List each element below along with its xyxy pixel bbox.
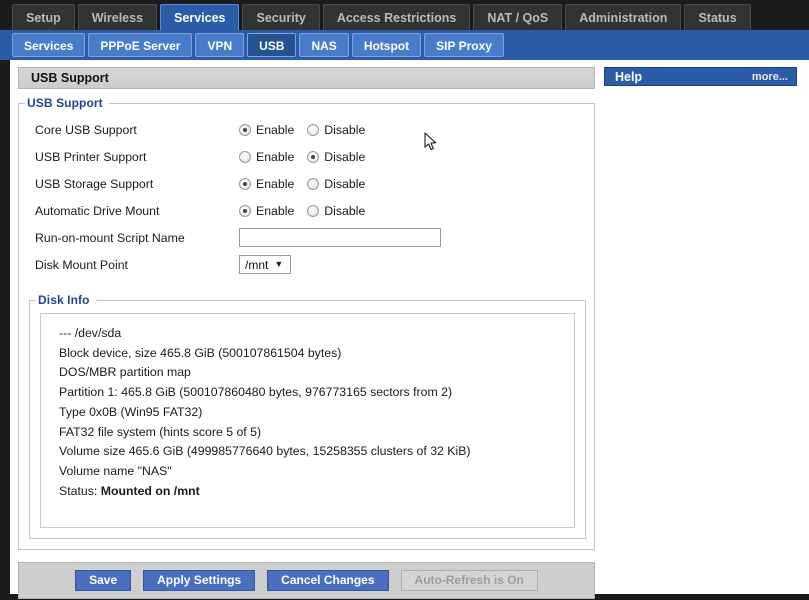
- disk-info-line: Volume name "NAS": [59, 463, 172, 478]
- subnav-tab-pppoe-server[interactable]: PPPoE Server: [88, 33, 193, 57]
- nav-tab-status[interactable]: Status: [684, 4, 751, 30]
- usb-storage-support-enable-radio[interactable]: Enable: [239, 177, 294, 191]
- auto-refresh-button[interactable]: Auto-Refresh is On: [400, 570, 538, 591]
- disk-info-box: --- /dev/sda Block device, size 465.8 GiB…: [40, 313, 575, 528]
- core-usb-support-disable-label: Disable: [324, 122, 366, 137]
- disk-info-line: Volume size 465.6 GiB (499985776640 byte…: [59, 444, 471, 459]
- disk-mount-point-value: /mnt: [245, 257, 269, 272]
- disk-info-line: FAT32 file system (hints score 5 of 5): [59, 424, 262, 439]
- subnav-tab-services[interactable]: Services: [12, 33, 86, 57]
- usb-printer-support-label: USB Printer Support: [35, 149, 147, 164]
- nav-tab-nat-qos[interactable]: NAT / QoS: [473, 4, 563, 30]
- nav-tab-administration[interactable]: Administration: [565, 4, 682, 30]
- subnav-tab-vpn[interactable]: VPN: [195, 33, 245, 57]
- primary-nav: Setup Wireless Services Security Access Rest…: [0, 0, 809, 30]
- row-disk-mount-point: Disk Mount Point /mnt ▼: [19, 251, 594, 278]
- radio-button-icon: [307, 123, 320, 136]
- main-content: USB Support USB Support Core USB Support…: [10, 60, 595, 599]
- help-title: Help: [615, 69, 643, 84]
- usb-storage-support-radio-group: Enable Disable: [239, 177, 378, 191]
- disk-info-line: Type 0x0B (Win95 FAT32): [59, 404, 203, 419]
- cancel-changes-button[interactable]: Cancel Changes: [267, 570, 389, 591]
- usb-support-legend: USB Support: [25, 96, 109, 110]
- nav-tab-setup[interactable]: Setup: [12, 4, 75, 30]
- nav-tab-wireless[interactable]: Wireless: [77, 4, 158, 30]
- disk-mount-point-label: Disk Mount Point: [35, 257, 128, 272]
- core-usb-support-radio-group: Enable Disable: [239, 123, 378, 137]
- radio-button-icon: [307, 150, 320, 163]
- usb-storage-support-disable-label: Disable: [324, 176, 366, 191]
- help-panel-header: Help more...: [604, 67, 797, 86]
- disk-info-status-value: Mounted on /mnt: [100, 483, 200, 498]
- disk-info-line-text: Status:: [59, 483, 101, 498]
- automatic-drive-mount-enable-radio[interactable]: Enable: [239, 204, 294, 218]
- chevron-down-icon: ▼: [274, 259, 284, 269]
- radio-button-icon: [307, 204, 320, 217]
- secondary-nav: Services PPPoE Server VPN USB NAS Hotspot SIP …: [0, 30, 809, 60]
- disk-info-line: Status: Mounted on /mnt: [59, 482, 560, 502]
- row-run-on-mount-script: Run-on-mount Script Name: [19, 224, 594, 251]
- usb-storage-support-enable-label: Enable: [256, 176, 295, 191]
- disk-info-line: Block device, size 465.8 GiB (5001078615…: [59, 345, 342, 360]
- automatic-drive-mount-radio-group: Enable Disable: [239, 204, 378, 218]
- core-usb-support-disable-radio[interactable]: Disable: [307, 123, 365, 137]
- usb-printer-support-radio-group: Enable Disable: [239, 150, 378, 164]
- form-action-bar: Save Apply Settings Cancel Changes Auto-…: [18, 562, 595, 599]
- usb-support-fieldset: USB Support Core USB Support Enable Disabl…: [18, 96, 595, 550]
- radio-button-icon: [239, 150, 251, 163]
- nav-tab-access-restrictions[interactable]: Access Restrictions: [322, 4, 471, 30]
- subnav-tab-sip-proxy[interactable]: SIP Proxy: [424, 33, 504, 57]
- subnav-tab-nas[interactable]: NAS: [299, 33, 349, 57]
- disk-info-legend: Disk Info: [36, 293, 96, 307]
- subnav-tab-hotspot[interactable]: Hotspot: [351, 33, 422, 57]
- radio-button-icon: [239, 123, 251, 136]
- radio-button-icon: [239, 177, 251, 190]
- usb-storage-support-disable-radio[interactable]: Disable: [307, 177, 365, 191]
- usb-printer-support-disable-label: Disable: [324, 149, 366, 164]
- automatic-drive-mount-label: Automatic Drive Mount: [35, 203, 160, 218]
- core-usb-support-label: Core USB Support: [35, 122, 137, 137]
- disk-info-line: DOS/MBR partition map: [59, 365, 191, 380]
- subnav-tab-usb[interactable]: USB: [247, 33, 297, 57]
- nav-tab-security[interactable]: Security: [242, 4, 320, 30]
- usb-printer-support-disable-radio[interactable]: Disable: [307, 150, 365, 164]
- core-usb-support-enable-radio[interactable]: Enable: [239, 123, 294, 137]
- usb-printer-support-enable-radio[interactable]: Enable: [239, 150, 294, 164]
- automatic-drive-mount-disable-radio[interactable]: Disable: [307, 204, 365, 218]
- usb-printer-support-enable-label: Enable: [256, 149, 295, 164]
- save-button[interactable]: Save: [75, 570, 132, 591]
- help-more-link[interactable]: more...: [752, 71, 788, 83]
- row-core-usb-support: Core USB Support Enable Disable: [19, 116, 594, 143]
- disk-info-line: Partition 1: 465.8 GiB (500107860480 byt…: [59, 385, 453, 400]
- row-usb-printer-support: USB Printer Support Enable Disable: [19, 143, 594, 170]
- row-automatic-drive-mount: Automatic Drive Mount Enable Disable: [19, 197, 594, 224]
- core-usb-support-enable-label: Enable: [256, 122, 295, 137]
- router-admin-page: Setup Wireless Services Security Access Rest…: [0, 0, 809, 600]
- apply-settings-button[interactable]: Apply Settings: [143, 570, 256, 591]
- page-title-text: USB Support: [31, 71, 109, 85]
- automatic-drive-mount-disable-label: Disable: [324, 203, 366, 218]
- disk-info-line: --- /dev/sda: [59, 326, 122, 340]
- disk-mount-point-select[interactable]: /mnt ▼: [239, 255, 291, 274]
- row-usb-storage-support: USB Storage Support Enable Disable: [19, 170, 594, 197]
- radio-button-icon: [307, 177, 320, 190]
- page-title: USB Support: [18, 67, 595, 89]
- nav-tab-services[interactable]: Services: [160, 4, 240, 30]
- automatic-drive-mount-enable-label: Enable: [256, 203, 295, 218]
- left-gutter: [0, 60, 10, 600]
- run-on-mount-script-input[interactable]: [239, 228, 441, 247]
- radio-button-icon: [239, 204, 251, 217]
- usb-storage-support-label: USB Storage Support: [35, 176, 154, 191]
- disk-info-fieldset: Disk Info --- /dev/sda Block device, size…: [29, 293, 586, 539]
- run-on-mount-script-label: Run-on-mount Script Name: [35, 230, 185, 245]
